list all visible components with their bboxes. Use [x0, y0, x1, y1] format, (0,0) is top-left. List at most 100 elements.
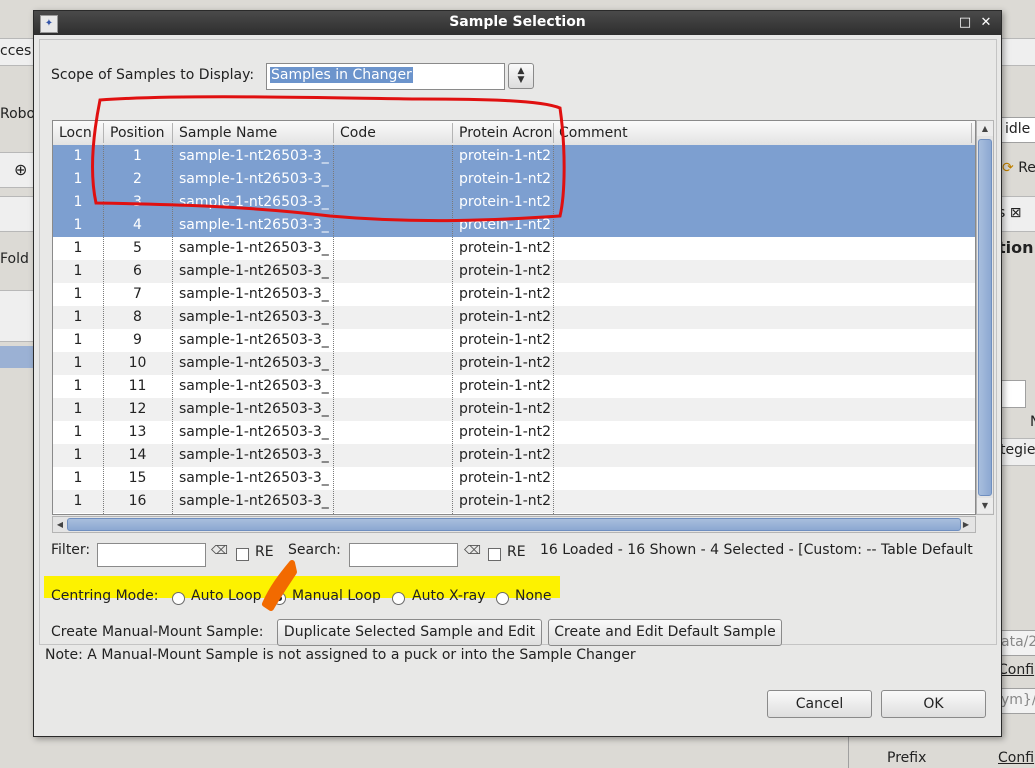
clear-filter-icon[interactable]: ⌫ [211, 542, 228, 558]
cell-sample-name: sample-1-nt26503-3_ [179, 378, 329, 394]
cell-position: 3 [133, 194, 142, 210]
bg-status-text: idle [1005, 121, 1031, 137]
column-separator[interactable] [971, 123, 972, 143]
scope-dropdown-button[interactable]: ▲ ▼ [508, 63, 534, 89]
duplicate-selected-sample-button[interactable]: Duplicate Selected Sample and Edit [277, 619, 542, 646]
table-row[interactable]: 1 13 sample-1-nt26503-3_ protein-1-nt2 [53, 421, 975, 444]
cell-protein: protein-1-nt2 [459, 148, 551, 164]
cell-protein: protein-1-nt2 [459, 171, 551, 187]
column-separator[interactable] [553, 123, 554, 143]
cell-protein: protein-1-nt2 [459, 263, 551, 279]
table-vertical-scrollbar[interactable]: ▲ ▼ [976, 120, 994, 515]
table-row[interactable]: 1 8 sample-1-nt26503-3_ protein-1-nt2 [53, 306, 975, 329]
bg-right-name-field[interactable]: ym}/ [998, 688, 1035, 714]
table-row[interactable]: 1 12 sample-1-nt26503-3_ protein-1-nt2 [53, 398, 975, 421]
cell-protein: protein-1-nt2 [459, 217, 551, 233]
table-row[interactable]: 1 1 sample-1-nt26503-3_ protein-1-nt2 [53, 145, 975, 168]
crosshair-icon[interactable]: ⊕ [14, 160, 27, 179]
sample-table[interactable]: Locn Position Sample Name Code Protein A… [52, 120, 976, 515]
dialog-titlebar[interactable]: ✦ Sample Selection □ ✕ [34, 11, 1001, 35]
create-default-sample-button[interactable]: Create and Edit Default Sample [548, 619, 782, 646]
ok-button[interactable]: OK [881, 690, 986, 718]
scroll-up-icon[interactable]: ▲ [977, 121, 993, 136]
table-row[interactable]: 1 10 sample-1-nt26503-3_ protein-1-nt2 [53, 352, 975, 375]
cell-sample-name: sample-1-nt26503-3_ [179, 401, 329, 417]
radio-auto-loop-label[interactable]: Auto Loop [191, 588, 262, 604]
cell-locn: 1 [73, 309, 83, 325]
table-row[interactable]: 1 2 sample-1-nt26503-3_ protein-1-nt2 [53, 168, 975, 191]
table-row[interactable]: 1 5 sample-1-nt26503-3_ protein-1-nt2 [53, 237, 975, 260]
filter-regex-checkbox[interactable] [236, 548, 249, 561]
radio-auto-loop[interactable] [172, 592, 185, 605]
horizontal-scroll-thumb[interactable] [67, 518, 961, 531]
radio-manual-loop-label[interactable]: Manual Loop [292, 588, 381, 604]
close-icon[interactable]: ⊠ [1010, 205, 1022, 221]
filter-input[interactable] [97, 543, 206, 567]
radio-auto-xray-label[interactable]: Auto X-ray [412, 588, 486, 604]
cell-locn: 1 [73, 401, 83, 417]
table-row[interactable]: 1 15 sample-1-nt26503-3_ protein-1-nt2 [53, 467, 975, 490]
cell-sample-name: sample-1-nt26503-3_ [179, 355, 329, 371]
table-row[interactable]: 1 14 sample-1-nt26503-3_ protein-1-nt2 [53, 444, 975, 467]
table-row[interactable]: 1 9 sample-1-nt26503-3_ protein-1-nt2 [53, 329, 975, 352]
chevron-down-icon: ▼ [517, 75, 525, 85]
cell-position: 11 [128, 378, 147, 394]
column-separator[interactable] [172, 123, 173, 143]
radio-none[interactable] [496, 592, 509, 605]
column-separator[interactable] [103, 123, 104, 143]
cell-protein: protein-1-nt2 [459, 286, 551, 302]
table-horizontal-scrollbar[interactable]: ◀ ▶ [52, 516, 976, 533]
radio-manual-loop[interactable] [273, 592, 286, 605]
column-header-locn[interactable]: Locn [59, 125, 92, 141]
search-input[interactable] [349, 543, 458, 567]
bg-prefix-label: Prefix [887, 750, 927, 766]
search-regex-checkbox[interactable] [488, 548, 501, 561]
column-separator[interactable] [333, 123, 334, 143]
bg-right-heading: tion [998, 238, 1034, 257]
bg-right-config-link-2[interactable]: Confi [998, 750, 1034, 766]
cell-position: 9 [133, 332, 142, 348]
sample-selection-dialog: ✦ Sample Selection □ ✕ Scope of Samples … [33, 10, 1002, 737]
column-separator[interactable] [452, 123, 453, 143]
vertical-scroll-thumb[interactable] [978, 139, 992, 496]
cell-position: 13 [128, 424, 147, 440]
cell-position: 10 [128, 355, 147, 371]
table-row[interactable]: 1 7 sample-1-nt26503-3_ protein-1-nt2 [53, 283, 975, 306]
cell-protein: protein-1-nt2 [459, 355, 551, 371]
bg-right-toolbar-label[interactable]: ⟳ Re [1002, 160, 1035, 176]
bg-right-config-link-1[interactable]: Confi [998, 662, 1034, 678]
dialog-title: Sample Selection [449, 14, 586, 30]
scroll-down-icon[interactable]: ▼ [977, 498, 993, 513]
table-row[interactable]: 1 6 sample-1-nt26503-3_ protein-1-nt2 [53, 260, 975, 283]
column-header-comment[interactable]: Comment [559, 125, 628, 141]
bg-right-path-field[interactable]: ata/2 [998, 630, 1035, 656]
maximize-icon[interactable]: □ [956, 14, 974, 32]
cell-locn: 1 [73, 378, 83, 394]
bg-divider [848, 736, 849, 768]
table-header: Locn Position Sample Name Code Protein A… [53, 121, 975, 146]
scroll-left-icon[interactable]: ◀ [53, 517, 67, 532]
table-row[interactable]: 1 16 sample-1-nt26503-3_ protein-1-nt2 [53, 490, 975, 513]
radio-auto-xray[interactable] [392, 592, 405, 605]
cell-position: 2 [133, 171, 142, 187]
close-icon[interactable]: ✕ [977, 14, 995, 32]
clear-search-icon[interactable]: ⌫ [464, 542, 481, 558]
cancel-button[interactable]: Cancel [767, 690, 872, 718]
column-header-protein[interactable]: Protein Acron [459, 125, 552, 141]
bg-right-field-1[interactable] [1000, 380, 1026, 408]
cell-protein: protein-1-nt2 [459, 309, 551, 325]
table-row[interactable]: 1 11 sample-1-nt26503-3_ protein-1-nt2 [53, 375, 975, 398]
bg-left-selected-item[interactable] [0, 346, 36, 368]
cell-sample-name: sample-1-nt26503-3_ [179, 447, 329, 463]
scroll-right-icon[interactable]: ▶ [959, 517, 973, 532]
dialog-content: Scope of Samples to Display: Samples in … [39, 39, 997, 646]
column-header-position[interactable]: Position [110, 125, 165, 141]
search-regex-label: RE [507, 544, 526, 560]
radio-none-label[interactable]: None [515, 588, 552, 604]
scope-combobox[interactable]: Samples in Changer [266, 63, 505, 90]
column-header-sample-name[interactable]: Sample Name [179, 125, 277, 141]
cell-sample-name: sample-1-nt26503-3_ [179, 240, 329, 256]
table-row[interactable]: 1 3 sample-1-nt26503-3_ protein-1-nt2 [53, 191, 975, 214]
column-header-code[interactable]: Code [340, 125, 376, 141]
table-row[interactable]: 1 4 sample-1-nt26503-3_ protein-1-nt2 [53, 214, 975, 237]
